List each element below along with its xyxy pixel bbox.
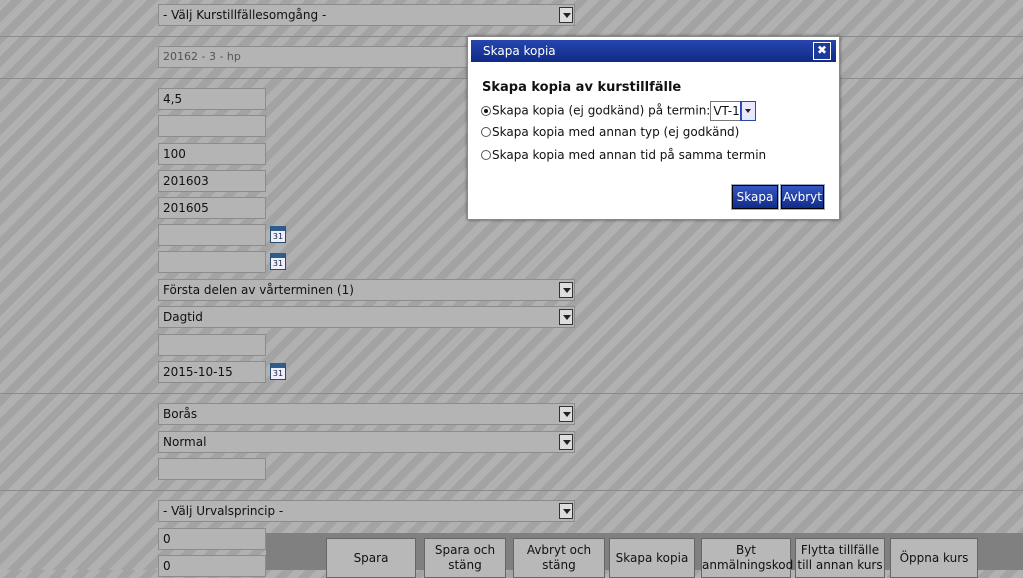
chevron-down-icon	[559, 282, 573, 298]
typ-select[interactable]: Normal	[158, 431, 575, 453]
number-field[interactable]: 0	[158, 528, 266, 550]
byt-anmalningskod-button[interactable]: Byt anmälningskod	[701, 538, 793, 578]
number-field[interactable]: 0	[158, 555, 266, 577]
period-select[interactable]: Första delen av vårterminen (1)	[158, 279, 575, 301]
empty-field[interactable]	[158, 334, 266, 356]
date-field[interactable]	[158, 251, 266, 273]
select-value: Borås	[163, 407, 198, 421]
chevron-down-icon	[559, 309, 573, 325]
section-divider	[0, 490, 1023, 491]
select-value: - Välj Urvalsprincip -	[163, 504, 284, 518]
option-label: Skapa kopia (ej godkänd) på termin:	[492, 103, 711, 118]
close-icon[interactable]: ✖	[813, 42, 831, 60]
select-value: - Välj Kurstillfällesomgång -	[163, 8, 327, 22]
option-label: Skapa kopia med annan tid på samma termi…	[492, 148, 767, 162]
urvalsprincip-select[interactable]: - Välj Urvalsprincip -	[158, 500, 575, 522]
option-label: Skapa kopia med annan typ (ej godkänd)	[492, 125, 740, 139]
avbryt-och-stang-button[interactable]: Avbryt och stäng	[513, 538, 605, 578]
empty-field[interactable]	[158, 458, 266, 480]
term-select[interactable]: VT-16	[710, 101, 757, 121]
select-value: Första delen av vårterminen (1)	[163, 283, 354, 297]
dialog-title: Skapa kopia av kurstillfälle	[482, 80, 682, 95]
skapa-kopia-dialog: Skapa kopia ✖ Skapa kopia av kurstillfäl…	[467, 36, 840, 220]
kurs-info-field: 20162 - 3 - hp	[158, 46, 478, 68]
select-value: Normal	[163, 435, 207, 449]
empty-field[interactable]	[158, 115, 266, 137]
tid-select[interactable]: Dagtid	[158, 306, 575, 328]
calendar-icon[interactable]: 31	[270, 363, 286, 380]
kurstillfallesomgang-select[interactable]: - Välj Kurstillfällesomgång -	[158, 4, 575, 26]
copy-option-type[interactable]: Skapa kopia med annan typ (ej godkänd)	[481, 125, 739, 139]
radio-selected[interactable]	[481, 105, 491, 116]
ort-select[interactable]: Borås	[158, 403, 575, 425]
copy-option-term[interactable]: Skapa kopia (ej godkänd) på termin: VT-16	[481, 101, 757, 121]
skapa-button[interactable]: Skapa	[731, 184, 779, 210]
flytta-tillfalle-button[interactable]: Flytta tillfälle till annan kurs	[795, 538, 885, 578]
dialog-header-title: Skapa kopia	[483, 44, 556, 58]
radio-unselected[interactable]	[481, 150, 491, 160]
date-field[interactable]: 2015-10-15	[158, 361, 266, 383]
spara-button[interactable]: Spara	[326, 538, 416, 578]
date-field[interactable]	[158, 224, 266, 246]
spara-och-stang-button[interactable]: Spara och stäng	[424, 538, 506, 578]
skapa-kopia-button[interactable]: Skapa kopia	[609, 538, 695, 578]
oppna-kurs-button[interactable]: Öppna kurs	[890, 538, 978, 578]
calendar-icon[interactable]: 31	[270, 253, 286, 270]
dialog-header: Skapa kopia ✖	[471, 40, 836, 62]
chevron-down-icon	[559, 434, 573, 450]
calendar-icon[interactable]: 31	[270, 226, 286, 243]
chevron-down-icon	[559, 503, 573, 519]
radio-unselected[interactable]	[481, 127, 491, 137]
avbryt-button[interactable]: Avbryt	[780, 184, 825, 210]
startvecka-field[interactable]: 201603	[158, 170, 266, 192]
slutvecka-field[interactable]: 201605	[158, 197, 266, 219]
chevron-down-icon	[740, 101, 757, 121]
select-value: Dagtid	[163, 310, 203, 324]
hp-field[interactable]: 4,5	[158, 88, 266, 110]
chevron-down-icon	[559, 406, 573, 422]
chevron-down-icon	[559, 7, 573, 23]
studietakt-field[interactable]: 100	[158, 143, 266, 165]
copy-option-time[interactable]: Skapa kopia med annan tid på samma termi…	[481, 148, 766, 162]
section-divider	[0, 393, 1023, 394]
